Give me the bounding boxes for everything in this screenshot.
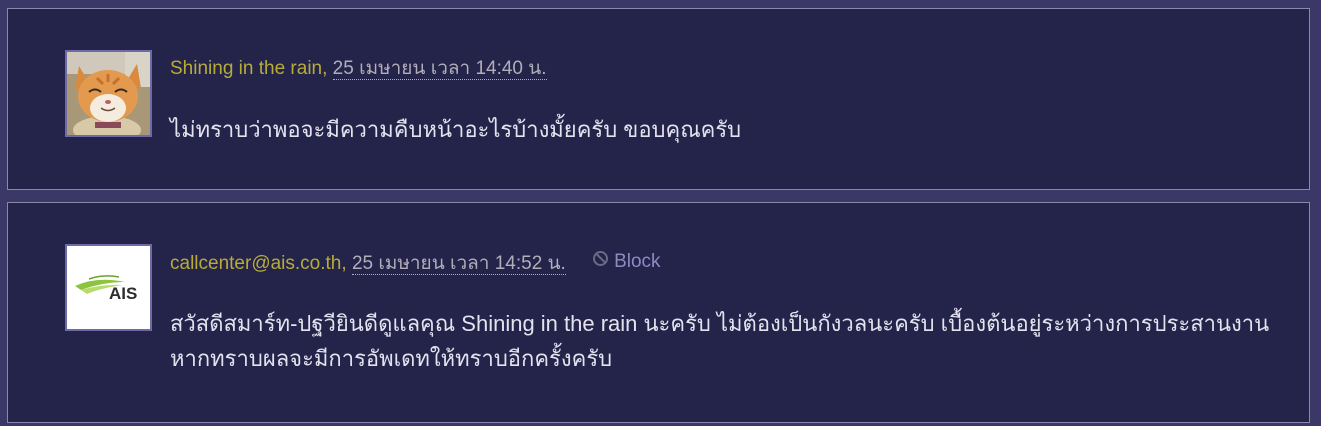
ais-logo-avatar[interactable]: AIS	[65, 244, 152, 331]
comment-meta: Shining in the rain, 25 เมษายน เวลา 14:4…	[170, 53, 547, 83]
ais-logo-text: AIS	[109, 284, 138, 303]
comment-text: สวัสดีสมาร์ท-ปฐวียินดีดูแลคุณ Shining in…	[170, 311, 1270, 371]
comment-meta: callcenter@ais.co.th, 25 เมษายน เวลา 14:…	[170, 248, 661, 278]
comment-date[interactable]: 25 เมษายน เวลา 14:40 น.	[332, 58, 547, 80]
block-button[interactable]: Block	[593, 250, 661, 273]
comment-card: Shining in the rain, 25 เมษายน เวลา 14:4…	[7, 8, 1310, 190]
meta-separator: ,	[322, 58, 328, 79]
block-label: Block	[614, 250, 661, 272]
cat-avatar-image	[67, 52, 150, 135]
author-link[interactable]: callcenter@ais.co.th	[170, 253, 341, 274]
meta-separator: ,	[341, 253, 347, 274]
author-link[interactable]: Shining in the rain	[170, 58, 322, 79]
comment-card: AIS callcenter@ais.co.th, 25 เมษายน เวลา…	[7, 202, 1310, 423]
comment-date[interactable]: 25 เมษายน เวลา 14:52 น.	[351, 253, 566, 275]
comment-text: ไม่ทราบว่าพอจะมีความคืบหน้าอะไรบ้างมั้ยค…	[170, 117, 742, 142]
block-icon	[593, 251, 609, 266]
cat-avatar[interactable]	[65, 50, 152, 137]
